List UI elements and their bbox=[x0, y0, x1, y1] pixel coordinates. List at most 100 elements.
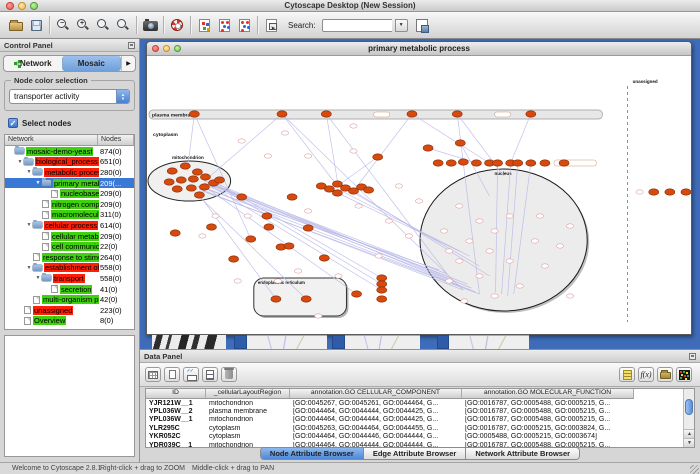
tab-network-attribute-browser[interactable]: Network Attribute Browser bbox=[466, 448, 579, 459]
table-cell: mitochondrion bbox=[206, 400, 290, 407]
column-header[interactable]: _cellularLayoutRegion bbox=[206, 389, 290, 399]
tree-row[interactable]: mosaic-demo-yeast874(0) bbox=[5, 146, 134, 157]
window-fragment[interactable] bbox=[152, 335, 226, 349]
expand-arrow-icon[interactable]: ▼ bbox=[16, 159, 24, 165]
tree-row[interactable]: ▼establishment of lo558(0) bbox=[5, 263, 134, 274]
control-panel-header: Control Panel bbox=[0, 39, 139, 52]
column-header[interactable]: ID bbox=[146, 389, 206, 399]
window-fragment[interactable] bbox=[234, 335, 247, 349]
expand-arrow-icon[interactable]: ▼ bbox=[25, 169, 33, 175]
table-row[interactable]: YKR052Ccytoplasm[GO:0044464, GO:0044446,… bbox=[146, 433, 694, 441]
zoom-fit-button[interactable] bbox=[93, 15, 113, 35]
tree-row[interactable]: cell communicat22(0) bbox=[5, 241, 134, 252]
tree-row[interactable]: response to stimulu264(0) bbox=[5, 252, 134, 263]
save-button[interactable] bbox=[26, 15, 46, 35]
search-dropdown-button[interactable]: ▼ bbox=[395, 19, 408, 32]
tree-row[interactable]: ▼primary metabo209(... bbox=[5, 178, 134, 189]
annotation-notes-button[interactable] bbox=[619, 367, 635, 382]
tree-column-nodes[interactable]: Nodes bbox=[98, 135, 134, 146]
folder-icon bbox=[15, 148, 24, 154]
page-icon bbox=[24, 306, 31, 314]
tree-row[interactable]: nitrogen compo209(0) bbox=[5, 199, 134, 210]
table-cell: [GO:0016787, GO:0005488, GO:0005215, G..… bbox=[462, 400, 634, 407]
close-window-button[interactable] bbox=[6, 2, 14, 10]
tree-node-count: 209(0) bbox=[99, 200, 134, 209]
tree-row[interactable]: multi-organism pro42(0) bbox=[5, 294, 134, 305]
zoom-view-button[interactable] bbox=[174, 45, 181, 52]
node-color-dropdown[interactable]: transporter activity ▲▼ bbox=[9, 89, 130, 104]
float-panel-icon[interactable] bbox=[128, 42, 135, 49]
table-row[interactable]: YLR295Ccytoplasm[GO:0045263, GO:0044464,… bbox=[146, 424, 694, 432]
minimize-view-button[interactable] bbox=[163, 45, 170, 52]
select-all-attributes-button[interactable] bbox=[145, 367, 161, 382]
tree-row[interactable]: ▼transport558(0) bbox=[5, 273, 134, 284]
scroll-down-icon[interactable]: ▼ bbox=[684, 438, 695, 447]
export-image-button[interactable] bbox=[140, 15, 160, 35]
birdseye-view-panel[interactable] bbox=[4, 335, 135, 457]
annotate-icon bbox=[266, 19, 277, 32]
tree-row[interactable]: ▼cellular process614(0) bbox=[5, 220, 134, 231]
table-row[interactable]: YJR121W__1mitochondrion[GO:0045267, GO:0… bbox=[146, 399, 694, 407]
tab-overflow-button[interactable]: ▶ bbox=[121, 56, 135, 71]
unselect-attributes-button[interactable] bbox=[202, 367, 218, 382]
create-net-b-button[interactable] bbox=[234, 15, 254, 35]
window-fragment[interactable] bbox=[247, 335, 327, 349]
scroll-up-icon[interactable]: ▲ bbox=[684, 429, 695, 438]
zoom-selected-button[interactable] bbox=[113, 15, 133, 35]
import-attributes-button[interactable] bbox=[657, 367, 673, 382]
delete-attribute-button[interactable] bbox=[221, 367, 237, 382]
window-fragment[interactable] bbox=[345, 335, 420, 349]
toolbar-icons: −+ bbox=[6, 15, 281, 35]
heatmap-view-button[interactable] bbox=[676, 367, 692, 382]
tree-row[interactable]: unassigned223(0) bbox=[5, 305, 134, 316]
tree-row[interactable]: nucleobase-209(0) bbox=[5, 188, 134, 199]
network-window-titlebar[interactable]: primary metabolic process bbox=[147, 42, 691, 56]
vizmapper-button[interactable] bbox=[194, 15, 214, 35]
search-input[interactable] bbox=[322, 19, 392, 32]
network-canvas[interactable]: plasma membranecytoplasmnucleusmitochond… bbox=[147, 56, 691, 334]
column-header[interactable]: annotation.GO MOLECULAR_FUNCTION bbox=[462, 389, 634, 399]
tree-node-count: 209(... bbox=[99, 179, 134, 188]
network-graph[interactable]: plasma membranecytoplasmnucleusmitochond… bbox=[147, 56, 691, 334]
formula-builder-button[interactable]: f(x) bbox=[638, 367, 654, 382]
window-fragment[interactable] bbox=[437, 335, 449, 349]
zoom-out-button[interactable]: − bbox=[53, 15, 73, 35]
table-row[interactable]: YPL036W__1mitochondrion[GO:0044464, GO:0… bbox=[146, 416, 694, 424]
create-net-a-button[interactable] bbox=[214, 15, 234, 35]
tree-row[interactable]: ▼biological_process651(0) bbox=[5, 157, 134, 168]
annotate-button[interactable] bbox=[261, 15, 281, 35]
tree-row[interactable]: ▼metabolic process280(0) bbox=[5, 167, 134, 178]
help-ring-button[interactable] bbox=[167, 15, 187, 35]
open-file-button[interactable] bbox=[6, 15, 26, 35]
zoom-in-button[interactable]: + bbox=[73, 15, 93, 35]
tree-column-network[interactable]: Network bbox=[5, 135, 98, 146]
expand-arrow-icon[interactable]: ▼ bbox=[25, 265, 33, 271]
tab-network[interactable]: Network bbox=[4, 56, 62, 71]
expand-arrow-icon[interactable]: ▼ bbox=[25, 222, 33, 228]
table-row[interactable]: YPL036W__2plasma membrane[GO:0044464, GO… bbox=[146, 407, 694, 415]
window-fragment[interactable] bbox=[332, 335, 345, 349]
tab-mosaic[interactable]: Mosaic bbox=[62, 56, 122, 71]
tree-row[interactable]: macromolecule311(0) bbox=[5, 210, 134, 221]
tab-edge-attribute-browser[interactable]: Edge Attribute Browser bbox=[364, 448, 466, 459]
column-header[interactable]: annotation.GO CELLULAR_COMPONENT bbox=[290, 389, 462, 399]
table-scrollbar[interactable]: ▲ ▼ bbox=[683, 389, 694, 447]
float-panel-icon[interactable] bbox=[689, 353, 696, 360]
scrollbar-thumb[interactable] bbox=[685, 399, 693, 415]
tree-row[interactable]: Overview8(0) bbox=[5, 316, 134, 327]
window-fragment[interactable] bbox=[449, 335, 529, 349]
close-view-button[interactable] bbox=[152, 45, 159, 52]
expand-arrow-icon[interactable]: ▼ bbox=[34, 275, 42, 281]
search-config-icon[interactable] bbox=[416, 19, 428, 32]
tab-node-attribute-browser[interactable]: Node Attribute Browser bbox=[261, 448, 364, 459]
search-label: Search: bbox=[288, 21, 316, 30]
tree-row[interactable]: secretion41(0) bbox=[5, 284, 134, 295]
resize-grip[interactable] bbox=[690, 465, 699, 474]
create-attribute-button[interactable] bbox=[164, 367, 180, 382]
tree-row[interactable]: cellular metabol209(0) bbox=[5, 231, 134, 242]
select-attributes-button[interactable] bbox=[183, 367, 199, 382]
select-nodes-checkbox[interactable]: ✓ bbox=[8, 118, 18, 128]
minimize-window-button[interactable] bbox=[18, 2, 26, 10]
zoom-window-button[interactable] bbox=[30, 2, 38, 10]
expand-arrow-icon[interactable]: ▼ bbox=[34, 180, 42, 186]
